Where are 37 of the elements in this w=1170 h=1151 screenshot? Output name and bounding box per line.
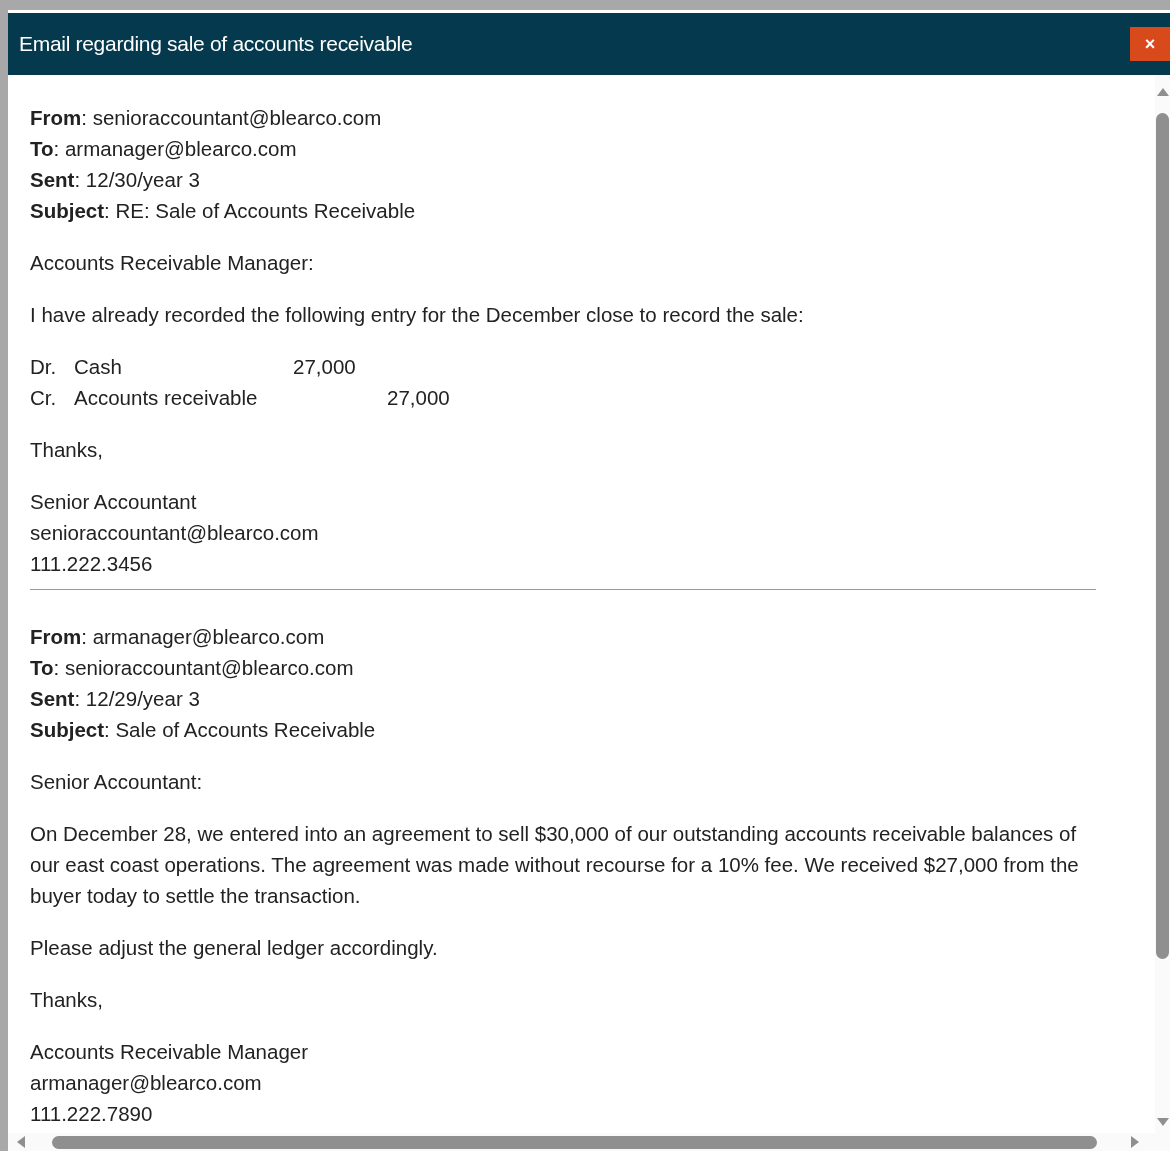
message-paragraph: Accounts Receivable Manager: [30, 250, 315, 276]
scroll-left-icon[interactable] [16, 1136, 26, 1148]
account-name: Cash [74, 354, 123, 380]
message-paragraph: Thanks, [30, 987, 104, 1013]
header-line: To: armanager@blearco.com [30, 136, 298, 162]
signature-line: Accounts Receivable Manager [30, 1039, 310, 1065]
message-paragraph: Senior Accountant: [30, 769, 204, 795]
message-paragraph: Thanks, [30, 437, 104, 463]
header-line: To: senioraccountant@blearco.com [30, 655, 355, 681]
message-paragraph: I have already recorded the following entry for the December close to record the sale: [30, 302, 805, 328]
scroll-up-icon[interactable] [1156, 87, 1169, 97]
header-line: Subject: RE: Sale of Accounts Receivable [30, 198, 417, 224]
account-name: Accounts receivable [74, 385, 259, 411]
scroll-thumb[interactable] [1156, 113, 1169, 959]
message-paragraph: On December 28, we entered into an agreement to sell $30,000 of our outstanding accounts receivable balances of our east coast operations. The agreement was made without recourse for a 10% fee. We received $27,000 from the buyer today to settle the transaction. [30, 821, 1080, 909]
close-button[interactable]: × [1130, 27, 1170, 61]
scroll-down-icon[interactable] [1156, 1117, 1169, 1127]
scroll-thumb[interactable] [52, 1135, 1097, 1149]
message-paragraph: Please adjust the general ledger accordingly. [30, 935, 439, 961]
header-line: Sent: 12/30/year 3 [30, 167, 201, 193]
signature-line: armanager@blearco.com [30, 1070, 263, 1096]
scroll-right-icon[interactable] [1130, 1136, 1140, 1148]
vertical-scrollbar[interactable] [1155, 75, 1170, 1133]
header-line: Subject: Sale of Accounts Receivable [30, 717, 377, 743]
header-line: Sent: 12/29/year 3 [30, 686, 201, 712]
signature-line: Senior Accountant [30, 489, 198, 515]
window-title: Email regarding sale of accounts receivable [18, 32, 413, 56]
header-line: From: senioraccountant@blearco.com [30, 105, 383, 131]
header-line: From: armanager@blearco.com [30, 624, 326, 650]
signature-line: 111.222.3456 [30, 551, 154, 577]
credit-amount: 27,000 [387, 385, 450, 411]
horizontal-scrollbar[interactable] [8, 1133, 1170, 1151]
entry-side: Cr. [30, 385, 58, 411]
signature-line: 111.222.7890 [30, 1101, 154, 1127]
entry-side: Dr. [30, 354, 58, 380]
signature-line: senioraccountant@blearco.com [30, 520, 320, 546]
debit-amount: 27,000 [293, 354, 357, 380]
